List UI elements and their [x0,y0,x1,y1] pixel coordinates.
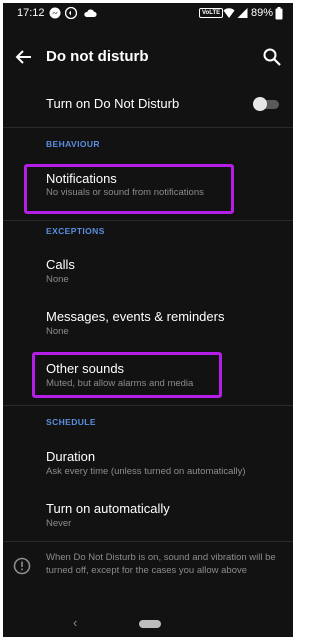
calls-title: Calls [46,257,75,272]
notification-icon [64,6,78,22]
signal-icon [237,7,248,22]
battery-percent: 89% [251,7,274,19]
status-time: 17:12 [17,7,45,19]
info-icon [12,556,32,576]
page-title: Do not disturb [46,48,149,65]
section-header-exceptions: EXCEPTIONS [46,226,105,236]
messages-row[interactable]: Messages, events & reminders None [3,301,293,345]
turn-on-automatically-title: Turn on automatically [46,501,170,516]
dnd-toggle-label: Turn on Do Not Disturb [46,96,180,111]
nav-home-pill[interactable] [139,620,161,628]
back-button[interactable] [11,44,37,70]
section-header-schedule: SCHEDULE [46,417,96,427]
turn-on-automatically-row[interactable]: Turn on automatically Never [3,493,293,537]
battery-icon [275,7,283,23]
back-arrow-icon [15,50,31,64]
divider [3,220,293,221]
duration-row[interactable]: Duration Ask every time (unless turned o… [3,441,293,485]
duration-subtitle: Ask every time (unless turned on automat… [46,466,246,477]
volte-badge: VoLTE [199,8,224,18]
section-header-behaviour: BEHAVIOUR [46,139,100,149]
status-bar: 17:12 VoLTE 89% [3,3,293,25]
divider [3,405,293,406]
search-icon [263,48,281,66]
messages-title: Messages, events & reminders [46,309,225,324]
divider [3,127,293,128]
calls-row[interactable]: Calls None [3,249,293,293]
phone-screen: 17:12 VoLTE 89% Do not disturb Turn on D… [3,3,293,637]
nav-back-button[interactable]: ‹ [73,615,77,630]
footer-info-text: When Do Not Disturb is on, sound and vib… [46,552,276,576]
search-button[interactable] [259,44,285,70]
dnd-toggle-switch[interactable] [253,97,281,111]
dnd-toggle-row[interactable]: Turn on Do Not Disturb [3,89,293,119]
app-bar: Do not disturb [3,37,293,77]
highlight-box-notifications [24,164,234,214]
divider [3,541,293,542]
cloud-icon [83,7,97,22]
calls-subtitle: None [46,274,69,285]
turn-on-automatically-subtitle: Never [46,518,72,529]
duration-title: Duration [46,449,96,464]
messenger-icon [49,7,61,22]
toggle-knob [253,97,267,111]
highlight-box-other-sounds [32,352,222,398]
messages-subtitle: None [46,326,69,337]
navigation-bar: ‹ [3,613,293,637]
wifi-icon [223,7,235,22]
